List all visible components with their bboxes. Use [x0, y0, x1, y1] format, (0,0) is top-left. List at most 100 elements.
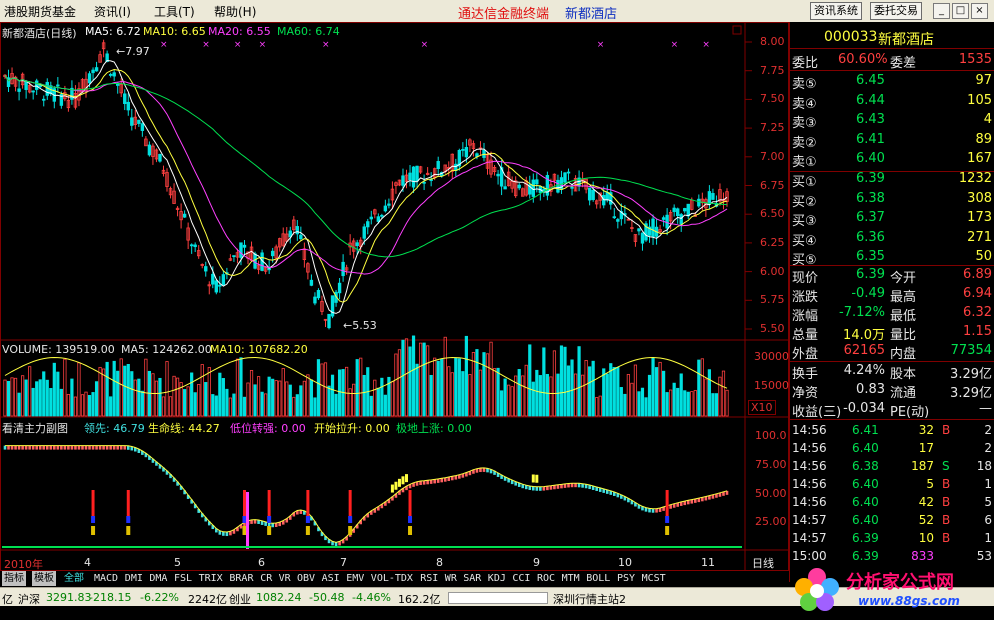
volume-bar	[714, 393, 719, 417]
candle-body	[327, 313, 331, 329]
signal-marker-blue	[665, 516, 670, 523]
volume-bar	[271, 378, 275, 417]
time-axis-tick: 6	[258, 556, 265, 569]
signal-x-mark: ×	[671, 40, 679, 50]
indicator-tab[interactable]: WR	[443, 571, 459, 586]
candle-body	[94, 67, 99, 72]
indicator-tab[interactable]: DMI	[123, 571, 145, 586]
indicator-tab[interactable]: VR	[277, 571, 293, 586]
indicator-tab[interactable]: CCI	[510, 571, 532, 586]
candle-body	[221, 274, 226, 286]
sub-bar	[651, 508, 655, 513]
sell-price: 6.41	[856, 131, 885, 147]
fund-value: —	[979, 401, 992, 416]
signal-x-mark: ×	[202, 40, 210, 50]
volume-bar	[686, 391, 690, 417]
menu-tools[interactable]: 工具(T)	[154, 3, 195, 20]
volume-bar	[352, 383, 356, 417]
volume-bar	[433, 357, 437, 417]
volume-bar	[440, 358, 444, 417]
fund-value: 0.83	[856, 382, 885, 397]
candle-body	[211, 273, 215, 285]
price-axis-tick: 6.25	[760, 235, 785, 249]
indicator-tab[interactable]: VOL-TDX	[369, 571, 415, 586]
ma60-label: MA60: 6.74	[277, 25, 340, 38]
volume-bar	[447, 366, 451, 417]
indicator-tab[interactable]: 全部	[62, 571, 86, 586]
indicator-tab[interactable]: FSL	[172, 571, 194, 586]
indicator-tab[interactable]: ASI	[320, 571, 342, 586]
indicator-tab[interactable]: 模板	[32, 571, 56, 586]
volume-bar	[274, 380, 278, 417]
tick-volume: 17	[918, 441, 934, 455]
volume-bar	[496, 367, 500, 417]
indicator-tab[interactable]: MACD	[92, 571, 120, 586]
volume-bar	[313, 397, 317, 417]
volume-bar	[662, 370, 666, 417]
candle-body	[661, 217, 666, 220]
candle-body	[91, 69, 95, 74]
candle-body	[42, 98, 46, 101]
indicator-tab[interactable]: CR	[258, 571, 274, 586]
candle-body	[242, 244, 247, 248]
tick-price: 6.38	[852, 459, 879, 473]
indicator-tab[interactable]: SAR	[461, 571, 483, 586]
maximize-icon[interactable]: □	[952, 3, 969, 19]
menu-hk-futures[interactable]: 港股期货基金	[4, 3, 76, 20]
volume-bar	[140, 390, 144, 417]
chart-canvas[interactable]: × × × × × × × × ×	[0, 22, 789, 571]
sh-amount: 2242亿	[188, 593, 227, 606]
indicator-tab[interactable]: PSY	[615, 571, 637, 586]
indicator-tab[interactable]: OBV	[295, 571, 317, 586]
sell-level-label: 卖①	[792, 155, 817, 170]
volume-bar	[468, 374, 472, 417]
indicator-tab[interactable]: EMV	[344, 571, 366, 586]
volume-bar	[256, 376, 261, 417]
stat-value: 6.32	[963, 305, 992, 320]
volume-bar	[492, 368, 497, 417]
volume-bar	[454, 357, 458, 417]
volume-bar	[697, 359, 701, 417]
indicator-tab[interactable]: BRAR	[227, 571, 255, 586]
candle-body	[189, 244, 194, 247]
volume-bar	[647, 374, 652, 417]
trade-button[interactable]: 委托交易	[870, 2, 922, 20]
indicator-tab[interactable]: 指标	[2, 571, 26, 586]
indicator-tab[interactable]: ROC	[535, 571, 557, 586]
rise-signal-bar	[401, 476, 405, 485]
period-label[interactable]: 日线	[752, 555, 774, 571]
sell-volume: 4	[983, 112, 992, 127]
candle-body	[605, 191, 609, 201]
volume-bar	[158, 377, 162, 417]
signal-x-mark: ×	[234, 40, 242, 50]
menu-info[interactable]: 资讯(I)	[94, 3, 131, 20]
indicator-tab[interactable]: MTM	[560, 571, 582, 586]
candle-body	[587, 187, 592, 201]
minimize-icon[interactable]: _	[933, 3, 950, 19]
server-name: 深圳行情主站2	[553, 593, 626, 606]
indicator-tab[interactable]: TRIX	[197, 571, 225, 586]
sub-bar	[274, 522, 278, 527]
sub-axis-50: 50.00	[755, 487, 787, 500]
indicator-tab[interactable]: KDJ	[486, 571, 508, 586]
volume-bar	[373, 379, 377, 417]
indicator-tab[interactable]: MCST	[640, 571, 668, 586]
menu-help[interactable]: 帮助(H)	[214, 3, 256, 20]
volume-bar	[369, 395, 373, 417]
indicator-tab[interactable]: RSI	[418, 571, 440, 586]
volume-bar	[415, 363, 419, 417]
fund-label: 换手	[792, 367, 819, 382]
sub-bar	[3, 445, 7, 450]
volume-bar	[408, 346, 412, 417]
indicator-tab[interactable]: BOLL	[584, 571, 612, 586]
signal-marker-yellow	[408, 526, 413, 535]
tick-count: 5	[984, 495, 992, 509]
volume-bar	[165, 361, 169, 417]
ma10-label: MA10: 6.65	[143, 25, 206, 38]
indicator-tab[interactable]: DMA	[147, 571, 169, 586]
candle-body	[299, 234, 303, 240]
info-system-button[interactable]: 资讯系统	[810, 2, 862, 20]
volume-bar	[528, 344, 532, 417]
time-axis-tick: 9	[533, 556, 540, 569]
close-icon[interactable]: ×	[971, 3, 988, 19]
